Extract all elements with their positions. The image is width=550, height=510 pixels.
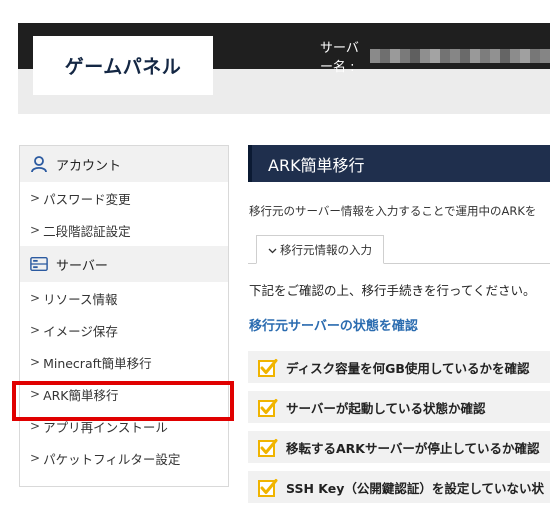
sidebar-item-password[interactable]: > パスワード変更 [20, 182, 228, 214]
check-item: SSH Key（公開鍵認証）を設定していない状 [248, 471, 550, 503]
server-name-redacted [370, 49, 550, 63]
mosaic-block [460, 49, 470, 63]
highlight-box [12, 381, 234, 421]
mosaic-block [540, 49, 550, 63]
server-name-label: サーバー名 : [320, 41, 359, 75]
mosaic-block [490, 49, 500, 63]
mosaic-block [500, 49, 510, 63]
check-item: ディスク容量を何GB使用しているかを確認 [248, 351, 550, 383]
mosaic-block [430, 49, 440, 63]
page-title: ARK簡単移行 [268, 155, 365, 175]
chevron-right-icon: > [30, 355, 41, 369]
sidebar-item-label: パケットフィルター設定 [43, 451, 181, 467]
mosaic-block [450, 49, 460, 63]
sidebar-item-label: 二段階認証設定 [43, 223, 131, 239]
sidebar-item-label: Minecraft簡単移行 [43, 355, 152, 371]
checkbox-checked-icon [258, 438, 278, 457]
sidebar-item-minecraft-migration[interactable]: > Minecraft簡単移行 [20, 346, 228, 378]
mosaic-block [480, 49, 490, 63]
chevron-right-icon: > [30, 191, 41, 205]
check-label: SSH Key（公開鍵認証）を設定していない状 [286, 480, 544, 496]
logo[interactable]: ゲームパネル [33, 36, 213, 95]
sidebar-item-label: リソース情報 [43, 291, 118, 307]
chevron-right-icon: > [30, 323, 41, 337]
checkbox-checked-icon [258, 398, 278, 417]
user-icon [30, 155, 48, 173]
mosaic-block [420, 49, 430, 63]
tab-label: 移行元情報の入力 [280, 242, 372, 257]
checkbox-checked-icon [258, 478, 278, 497]
mosaic-block [380, 49, 390, 63]
sidebar: アカウント > パスワード変更 > 二段階認証設定 サーバー > リソース情報 … [19, 145, 229, 487]
mosaic-block [470, 49, 480, 63]
sidebar-item-resources[interactable]: > リソース情報 [20, 282, 228, 314]
sidebar-section-server: サーバー [20, 246, 228, 282]
tab-source-info[interactable]: 移行元情報の入力 [256, 235, 384, 264]
chevron-down-icon [268, 243, 277, 257]
mosaic-block [520, 49, 530, 63]
check-label: 移転するARKサーバーが停止しているか確認 [286, 440, 540, 456]
checkbox-checked-icon [258, 358, 278, 377]
sidebar-item-2fa[interactable]: > 二段階認証設定 [20, 214, 228, 246]
mosaic-block [410, 49, 420, 63]
sidebar-item-image-save[interactable]: > イメージ保存 [20, 314, 228, 346]
check-label: ディスク容量を何GB使用しているかを確認 [286, 360, 530, 376]
page-description: 移行元のサーバー情報を入力することで運用中のARKを [249, 204, 537, 218]
sidebar-item-label: パスワード変更 [43, 191, 131, 207]
check-label: サーバーが起動している状態か確認 [286, 400, 486, 416]
sidebar-item-packet-filter[interactable]: > パケットフィルター設定 [20, 442, 228, 474]
mosaic-block [400, 49, 410, 63]
server-name: サーバー名 : [320, 37, 550, 75]
chevron-right-icon: > [30, 451, 41, 465]
mosaic-block [510, 49, 520, 63]
sidebar-section-label: サーバー [56, 258, 108, 274]
chevron-right-icon: > [30, 419, 41, 433]
sidebar-section-label: アカウント [56, 158, 122, 174]
sidebar-section-account: アカウント [20, 146, 228, 182]
logo-text: ゲームパネル [64, 56, 182, 78]
sidebar-item-label: イメージ保存 [43, 323, 118, 339]
mosaic-block [440, 49, 450, 63]
server-icon [30, 255, 48, 273]
instruction-text: 下記をご確認の上、移行手続きを行ってください。 [249, 283, 536, 298]
chevron-right-icon: > [30, 223, 41, 237]
mosaic-block [390, 49, 400, 63]
chevron-right-icon: > [30, 291, 41, 305]
check-item: サーバーが起動している状態か確認 [248, 391, 550, 423]
mosaic-block [370, 49, 380, 63]
page-title-bar: ARK簡単移行 [248, 145, 550, 182]
mosaic-block [530, 49, 540, 63]
section-heading: 移行元サーバーの状態を確認 [249, 319, 418, 334]
check-item: 移転するARKサーバーが停止しているか確認 [248, 431, 550, 463]
